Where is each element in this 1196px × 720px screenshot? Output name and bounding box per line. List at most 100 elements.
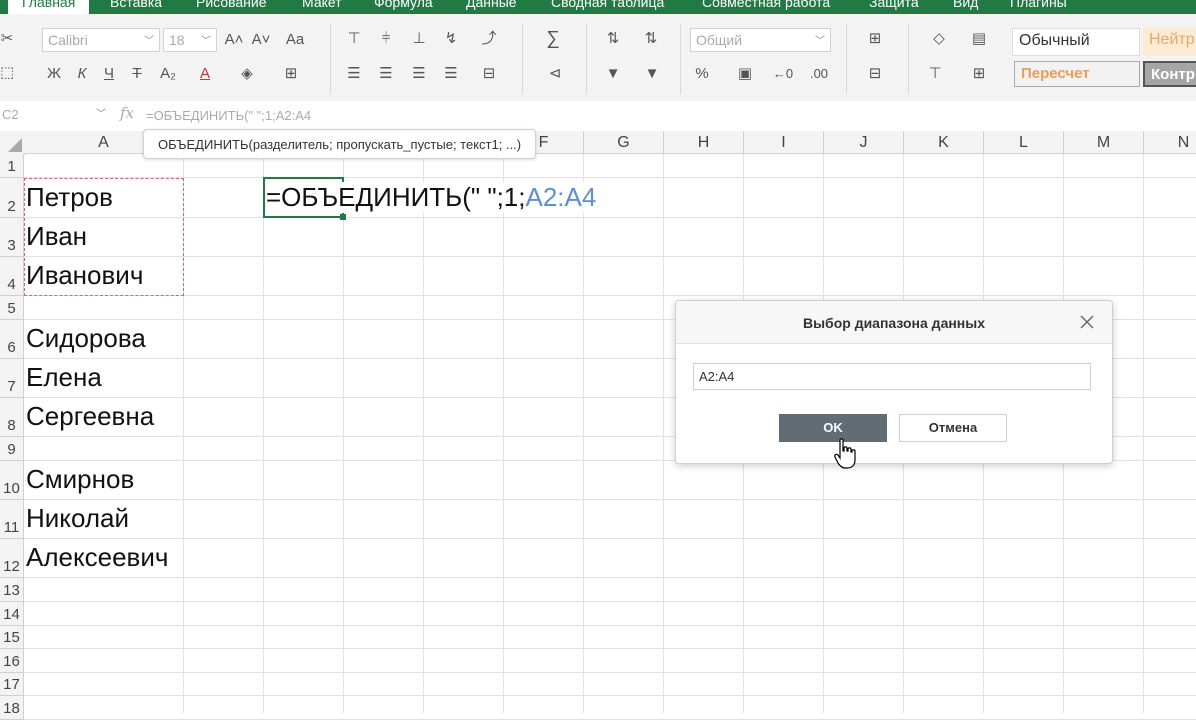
sort-asc-icon[interactable]: ⇅ xyxy=(603,30,623,48)
row-header-2[interactable]: 2 xyxy=(0,178,24,218)
font-size-combo[interactable]: 18 ﹀ xyxy=(163,28,217,52)
row-header-11[interactable]: 11 xyxy=(0,500,24,539)
tab-formula[interactable]: Формула xyxy=(374,0,433,10)
tab-insert[interactable]: Вставка xyxy=(110,0,162,10)
increase-font-icon[interactable]: A˄ xyxy=(224,31,244,49)
style-calculation[interactable]: Пересчет xyxy=(1014,61,1140,87)
select-all-corner[interactable] xyxy=(0,131,25,155)
cell-a11[interactable]: Николай xyxy=(26,503,129,534)
column-header-k[interactable]: K xyxy=(904,131,984,154)
grid-hline xyxy=(24,217,1196,218)
style-check-cell[interactable]: Контр xyxy=(1143,61,1196,87)
row-header-15[interactable]: 15 xyxy=(0,626,24,649)
row-header-7[interactable]: 7 xyxy=(0,359,24,398)
row-header-8[interactable]: 8 xyxy=(0,398,24,437)
number-format-combo[interactable]: Общий ﹀ xyxy=(690,28,831,52)
row-header-16[interactable]: 16 xyxy=(0,649,24,673)
tab-draw[interactable]: Рисование xyxy=(196,0,267,10)
delete-cells-icon[interactable]: ⊟ xyxy=(860,65,890,83)
row-header-5[interactable]: 5 xyxy=(0,296,24,320)
range-input[interactable] xyxy=(693,363,1091,390)
underline-icon[interactable]: Ч xyxy=(99,65,119,83)
row-header-17[interactable]: 17 xyxy=(0,673,24,696)
style-neutral[interactable]: Нейтр xyxy=(1143,28,1196,56)
tab-home[interactable]: Главная xyxy=(8,0,90,14)
row-header-4[interactable]: 4 xyxy=(0,257,24,296)
align-top-icon[interactable]: ⊤ xyxy=(344,30,364,48)
column-header-g[interactable]: G xyxy=(584,131,664,154)
named-ranges-icon[interactable]: ⊲ xyxy=(538,65,572,83)
tab-pivot[interactable]: Сводная таблица xyxy=(551,0,664,10)
cell-edit-text[interactable]: =ОБЪЕДИНИТЬ(" ";1;A2:A4 xyxy=(266,182,597,213)
cell-a7[interactable]: Елена xyxy=(26,362,102,393)
font-color-icon[interactable]: A xyxy=(194,65,216,83)
tab-collaboration[interactable]: Совместная работа xyxy=(702,0,830,10)
cancel-button[interactable]: Отмена xyxy=(899,414,1007,442)
tab-protection[interactable]: Защита xyxy=(869,0,919,10)
formula-input[interactable]: =ОБЪЕДИНИТЬ(" ";1;A2:A4 xyxy=(146,108,311,123)
tab-plugins[interactable]: Плагины xyxy=(1010,0,1067,10)
align-middle-icon[interactable]: ⫩ xyxy=(376,30,396,48)
close-icon[interactable] xyxy=(1078,313,1096,331)
font-name-combo[interactable]: Calibri ﹀ xyxy=(42,28,160,52)
filter-icon[interactable]: ▼ xyxy=(603,65,623,83)
align-right-icon[interactable]: ☰ xyxy=(409,65,429,83)
column-header-m[interactable]: M xyxy=(1064,131,1144,154)
tab-layout[interactable]: Макет xyxy=(302,0,342,10)
name-box[interactable]: C2 ﹀ xyxy=(0,104,110,126)
tab-data[interactable]: Данные xyxy=(466,0,517,10)
decrease-font-icon[interactable]: A˅ xyxy=(251,31,271,49)
column-header-n[interactable]: N xyxy=(1144,131,1196,154)
cell-a10[interactable]: Смирнов xyxy=(26,464,134,495)
fill-color-icon[interactable]: ◈ xyxy=(236,65,258,83)
sort-desc-icon[interactable]: ⇅ xyxy=(641,30,661,48)
style-normal[interactable]: Обычный xyxy=(1012,28,1140,56)
sum-icon[interactable]: ∑ xyxy=(538,29,568,48)
format-as-table-icon[interactable]: ⊞ xyxy=(962,65,996,83)
row-header-12[interactable]: 12 xyxy=(0,539,24,578)
percent-icon[interactable]: % xyxy=(692,65,712,83)
row-header-10[interactable]: 10 xyxy=(0,461,24,500)
strikethrough-icon[interactable]: Т xyxy=(127,65,147,83)
clear-filter-icon[interactable]: ▼ xyxy=(641,65,663,83)
conditional-format-icon[interactable]: ▤ xyxy=(964,30,994,48)
ok-button[interactable]: OK xyxy=(779,414,887,442)
fill-handle[interactable] xyxy=(340,214,346,220)
cell-a12[interactable]: Алексеевич xyxy=(26,542,168,573)
column-header-h[interactable]: H xyxy=(664,131,744,154)
align-left-icon[interactable]: ☰ xyxy=(344,65,364,83)
row-header-14[interactable]: 14 xyxy=(0,602,24,626)
cell-a8[interactable]: Сергеевна xyxy=(26,401,154,432)
row-header-3[interactable]: 3 xyxy=(0,218,24,257)
row-header-1[interactable]: 1 xyxy=(0,154,24,178)
row-header-9[interactable]: 9 xyxy=(0,437,24,461)
currency-icon[interactable]: ▣ xyxy=(730,65,760,83)
decrease-decimal-icon[interactable]: ←0 xyxy=(770,65,796,83)
text-orientation-icon[interactable]: ↯ xyxy=(441,30,461,48)
align-center-icon[interactable]: ☰ xyxy=(376,65,396,83)
borders-icon[interactable]: ⊞ xyxy=(280,65,302,83)
cell-a6[interactable]: Сидорова xyxy=(26,323,146,354)
change-case-icon[interactable]: Aa xyxy=(278,31,312,49)
tab-view[interactable]: Вид xyxy=(953,0,978,10)
italic-icon[interactable]: К xyxy=(72,65,92,83)
align-bottom-icon[interactable]: ⊥ xyxy=(409,30,429,48)
row-header-18[interactable]: 18 xyxy=(0,696,24,720)
wrap-text-icon[interactable]: ⤴ xyxy=(474,30,504,48)
select-all-icon[interactable]: ⬚ xyxy=(0,64,14,82)
justify-icon[interactable]: ☰ xyxy=(441,65,461,83)
row-header-6[interactable]: 6 xyxy=(0,320,24,359)
clear-icon[interactable]: ◇ xyxy=(924,30,954,48)
subscript-icon[interactable]: A₂ xyxy=(154,65,182,83)
cut-icon[interactable]: ✂ xyxy=(0,30,14,48)
copy-style-icon[interactable]: ⊤ xyxy=(924,65,946,83)
row-header-13[interactable]: 13 xyxy=(0,578,24,602)
column-header-i[interactable]: I xyxy=(744,131,824,154)
increase-decimal-icon[interactable]: .00 xyxy=(806,65,832,83)
column-header-l[interactable]: L xyxy=(984,131,1064,154)
column-header-j[interactable]: J xyxy=(824,131,904,154)
bold-icon[interactable]: Ж xyxy=(44,65,64,83)
insert-cells-icon[interactable]: ⊞ xyxy=(860,30,890,48)
function-icon[interactable]: fx xyxy=(120,104,134,122)
merge-cells-icon[interactable]: ⊟ xyxy=(474,65,504,83)
